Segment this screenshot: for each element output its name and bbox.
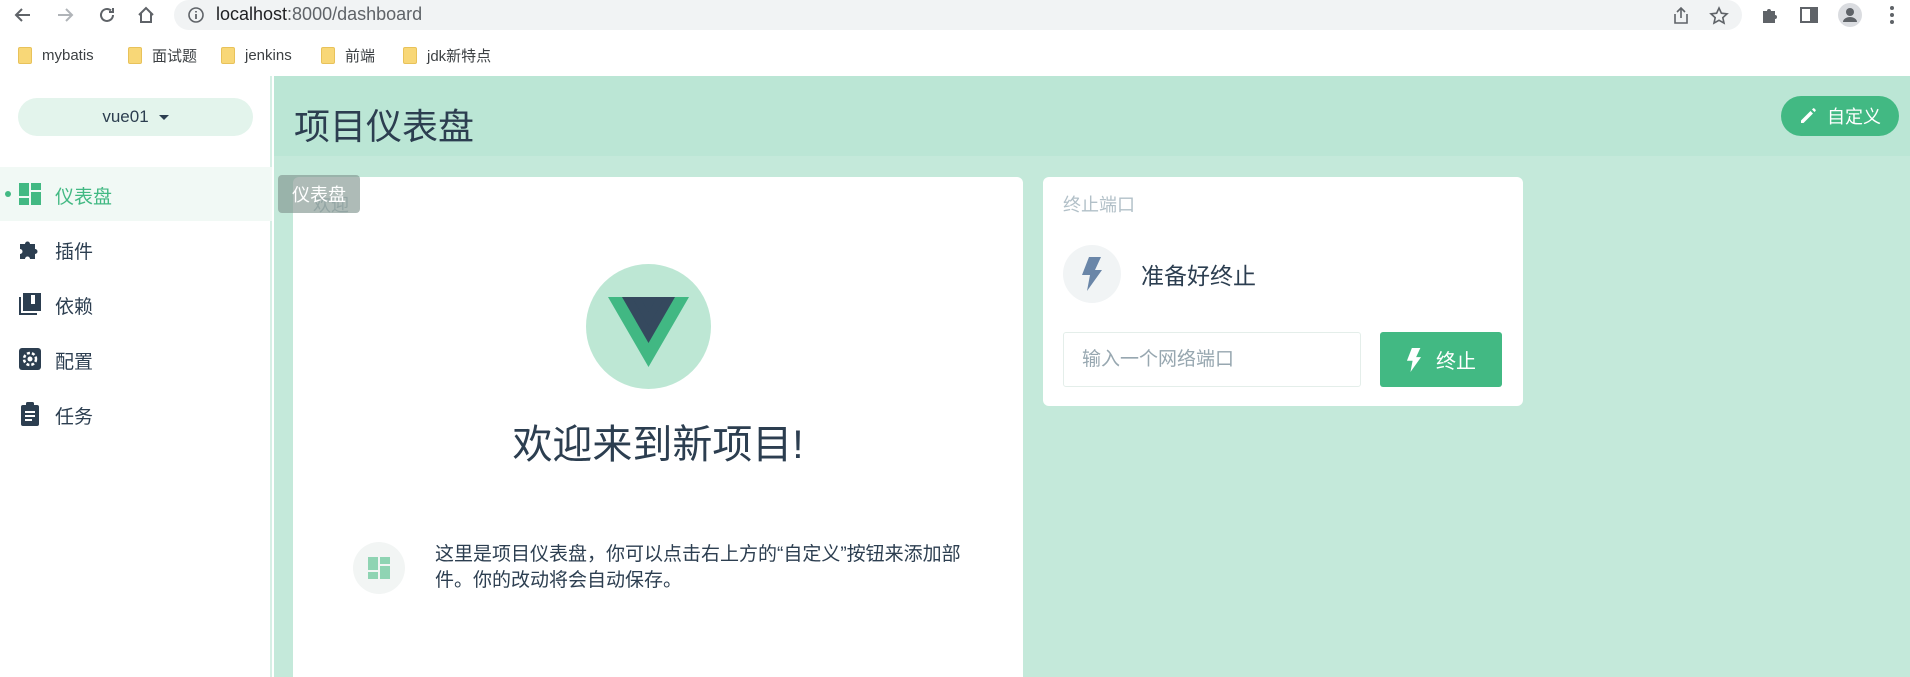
back-button[interactable] bbox=[10, 2, 36, 28]
url-text: localhost:8000/dashboard bbox=[216, 4, 422, 25]
sidebar-item-dashboard[interactable]: 仪表盘 bbox=[0, 167, 272, 221]
bookmark-label: 面试题 bbox=[152, 47, 198, 65]
tip-icon bbox=[353, 542, 405, 594]
bookmark-frontend[interactable]: 前端 bbox=[321, 44, 375, 66]
kill-button-label: 终止 bbox=[1436, 351, 1476, 373]
vue-ui-app: vue01 仪表盘 插件 依赖 配置 任务 项目仪表盘 自定义 欢迎来到新项目!… bbox=[0, 76, 1910, 677]
main-content: 项目仪表盘 自定义 欢迎 欢迎来到新项目! 这里是项目仪表盘，你可以点击 bbox=[274, 76, 1910, 677]
folder-icon bbox=[321, 46, 335, 64]
sidebar-item-label: 任务 bbox=[55, 407, 94, 428]
welcome-tip: 这里是项目仪表盘，你可以点击右上方的“自定义”按钮来添加部件。你的改动将会自动保… bbox=[435, 544, 961, 591]
sidebar-item-label: 插件 bbox=[55, 242, 94, 263]
kill-status: 准备好终止 bbox=[1063, 245, 1256, 303]
sidebar-item-configuration[interactable]: 配置 bbox=[0, 332, 272, 386]
sidebar-item-label: 仪表盘 bbox=[55, 187, 113, 208]
widget-title: 终止端口 bbox=[1063, 195, 1135, 215]
vue-logo-icon bbox=[608, 297, 689, 367]
puzzle-icon bbox=[1763, 9, 1777, 23]
bookmark-label: 前端 bbox=[345, 47, 376, 65]
share-icon[interactable] bbox=[1670, 5, 1692, 27]
sidebar-item-label: 依赖 bbox=[55, 297, 94, 318]
address-bar[interactable]: localhost:8000/dashboard bbox=[174, 0, 1742, 30]
bookmark-label: jdk新特点 bbox=[427, 47, 492, 65]
arrow-left-icon bbox=[14, 8, 30, 22]
kill-button[interactable]: 终止 bbox=[1380, 332, 1502, 387]
kill-port-widget: 终止端口 准备好终止 终止 bbox=[1043, 177, 1523, 406]
welcome-widget: 欢迎 欢迎来到新项目! 这里是项目仪表盘，你可以点击右上方的“自定义”按钮来添加… bbox=[293, 177, 1023, 677]
bookmark-label: jenkins bbox=[245, 46, 292, 64]
dashboard-icon bbox=[19, 183, 41, 205]
settings-icon bbox=[19, 348, 41, 370]
reload-icon bbox=[100, 7, 114, 22]
kill-status-text: 准备好终止 bbox=[1141, 263, 1256, 289]
customize-label: 自定义 bbox=[1827, 107, 1881, 127]
sidebar-item-plugins[interactable]: 插件 bbox=[0, 222, 272, 276]
folder-icon bbox=[18, 46, 32, 64]
menu-button[interactable] bbox=[1880, 3, 1904, 27]
browser-toolbar: localhost:8000/dashboard bbox=[0, 0, 1910, 30]
sidebar-item-tasks[interactable]: 任务 bbox=[0, 387, 272, 441]
project-name: vue01 bbox=[102, 107, 149, 126]
url-host: localhost bbox=[216, 4, 288, 24]
bookmark-interview[interactable]: 面试题 bbox=[128, 44, 197, 66]
home-button[interactable] bbox=[133, 2, 159, 28]
active-indicator bbox=[5, 191, 11, 197]
caret-down-icon bbox=[158, 114, 169, 120]
more-vert-icon bbox=[1890, 6, 1894, 24]
url-path: :8000/dashboard bbox=[287, 4, 423, 24]
bolt-icon bbox=[1406, 347, 1422, 372]
pencil-icon bbox=[1801, 108, 1816, 123]
vue-logo bbox=[586, 264, 711, 389]
sidebar: vue01 仪表盘 插件 依赖 配置 任务 bbox=[0, 76, 272, 677]
library-icon bbox=[19, 293, 41, 315]
page-header: 项目仪表盘 自定义 bbox=[274, 76, 1910, 156]
bookmark-label: mybatis bbox=[42, 46, 94, 64]
info-icon[interactable] bbox=[188, 7, 204, 28]
sidebar-item-label: 配置 bbox=[55, 352, 94, 373]
sidebar-item-dependencies[interactable]: 依赖 bbox=[0, 277, 272, 331]
port-input[interactable] bbox=[1063, 332, 1361, 387]
forward-button[interactable] bbox=[52, 2, 78, 28]
side-panel-icon bbox=[1800, 7, 1818, 23]
bookmark-mybatis[interactable]: mybatis bbox=[18, 44, 94, 66]
page-title: 项目仪表盘 bbox=[294, 106, 475, 147]
folder-icon bbox=[221, 46, 235, 64]
home-icon bbox=[138, 6, 154, 23]
folder-icon bbox=[403, 46, 417, 64]
reload-button[interactable] bbox=[94, 2, 120, 28]
dashboard-icon bbox=[368, 557, 390, 579]
bookmarks-bar: mybatis 面试题 jenkins 前端 jdk新特点 bbox=[0, 36, 1910, 72]
bookmark-jdk[interactable]: jdk新特点 bbox=[403, 44, 491, 66]
welcome-heading: 欢迎来到新项目! bbox=[512, 423, 804, 467]
project-selector[interactable]: vue01 bbox=[18, 98, 253, 136]
profile-button[interactable] bbox=[1838, 3, 1862, 27]
tooltip: 仪表盘 bbox=[278, 175, 360, 213]
clipboard-icon bbox=[21, 402, 39, 426]
puzzle-icon bbox=[20, 241, 38, 259]
arrow-right-icon bbox=[58, 8, 74, 22]
bookmark-jenkins[interactable]: jenkins bbox=[221, 44, 292, 66]
extensions-button[interactable] bbox=[1758, 3, 1782, 27]
bolt-icon bbox=[1063, 245, 1121, 303]
customize-button[interactable]: 自定义 bbox=[1781, 96, 1899, 136]
folder-icon bbox=[128, 46, 142, 64]
star-icon[interactable] bbox=[1708, 5, 1730, 27]
sidepanel-button[interactable] bbox=[1797, 3, 1821, 27]
avatar-icon bbox=[1838, 3, 1862, 27]
